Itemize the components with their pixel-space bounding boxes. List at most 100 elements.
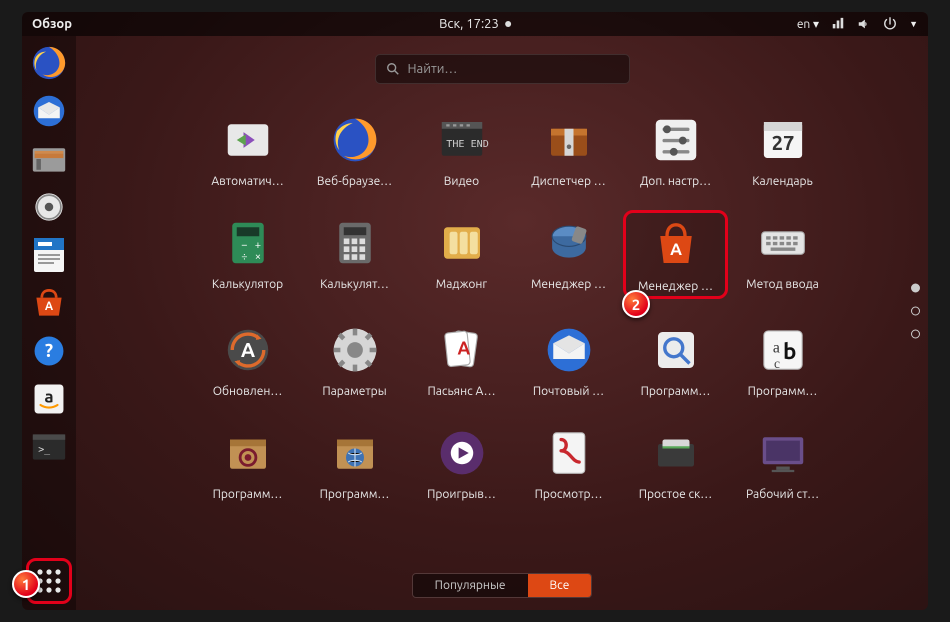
app-label: Менеджер … (638, 280, 713, 293)
launcher-dock: A ? a >_ (22, 36, 76, 610)
dock-firefox[interactable] (26, 40, 72, 86)
app-label: Менеджер … (531, 278, 606, 291)
software-sources-icon (219, 111, 277, 169)
app-font-viewer[interactable]: abc Программ… (730, 317, 835, 402)
clock[interactable]: Вск, 17:23 (439, 17, 511, 31)
app-label: Автоматич… (211, 175, 283, 188)
app-archive-manager[interactable]: Диспетчер … (516, 107, 621, 192)
app-label: Рабочий ст… (746, 488, 819, 501)
app-settings[interactable]: Параметры (302, 317, 407, 402)
app-solitaire[interactable]: A Пасьянс А… (409, 317, 514, 402)
top-bar: Обзор Вск, 17:23 en ▾ ▼ (22, 12, 928, 36)
app-scanner[interactable]: Простое ск… (623, 420, 728, 505)
dock-amazon[interactable]: a (26, 376, 72, 422)
app-label: Калькулятор (212, 278, 283, 291)
scanner-icon (647, 424, 705, 482)
search-input[interactable]: Найти… (375, 54, 630, 84)
dock-help[interactable]: ? (26, 328, 72, 374)
app-magnifier[interactable]: Программ… (623, 317, 728, 402)
application-grid: Автоматич… Веб-браузе… THE END Видео Диспетч… (172, 107, 858, 505)
app-software-updater[interactable]: A Обновлен… (195, 317, 300, 402)
system-chevron-icon[interactable]: ▼ (909, 19, 918, 29)
svg-text:THE END: THE END (446, 139, 489, 150)
volume-icon[interactable] (857, 17, 871, 31)
svg-text:a: a (44, 387, 53, 406)
disk-utility-icon (540, 214, 598, 272)
page-dot-2[interactable] (911, 307, 920, 316)
app-label: Почтовый … (533, 385, 604, 398)
tweaks-icon (647, 111, 705, 169)
package-swirl-icon (219, 424, 277, 482)
keyboard-icon (754, 214, 812, 272)
app-label: Метод ввода (746, 278, 819, 291)
totem-icon: THE END (433, 111, 491, 169)
svg-text:27: 27 (771, 131, 794, 154)
page-dot-3[interactable] (911, 330, 920, 339)
app-calculator-alt[interactable]: Калькулят… (302, 210, 407, 299)
network-icon[interactable] (831, 17, 845, 31)
app-thunderbird[interactable]: Почтовый … (516, 317, 621, 402)
app-label: Программ… (641, 385, 711, 398)
svg-text:A: A (45, 300, 54, 313)
ubuntu-software-icon: A (647, 216, 705, 274)
svg-text:a: a (772, 339, 779, 356)
svg-text:+: + (254, 240, 260, 252)
annotation-badge-1: 1 (12, 570, 40, 598)
package-globe-icon (326, 424, 384, 482)
font-viewer-icon: abc (754, 321, 812, 379)
app-label: Проигрыв… (427, 488, 496, 501)
app-media-player[interactable]: Проигрыв… (409, 420, 514, 505)
app-software-sources[interactable]: Автоматич… (195, 107, 300, 192)
app-label: Обновлен… (213, 385, 283, 398)
activities-button[interactable]: Обзор (32, 17, 72, 31)
power-icon[interactable] (883, 17, 897, 31)
app-package-swirl[interactable]: Программ… (195, 420, 300, 505)
app-totem[interactable]: THE END Видео (409, 107, 514, 192)
app-atril-viewer[interactable]: Просмотр… (516, 420, 621, 505)
search-icon (386, 62, 400, 76)
app-label: Видео (444, 175, 479, 188)
app-label: Доп. настр… (640, 175, 711, 188)
clock-label: Вск, 17:23 (439, 17, 499, 31)
app-label: Программ… (213, 488, 283, 501)
tab-all[interactable]: Все (528, 574, 592, 597)
app-label: Пасьянс А… (427, 385, 495, 398)
dock-thunderbird[interactable] (26, 88, 72, 134)
svg-text:−: − (241, 240, 247, 252)
atril-viewer-icon (540, 424, 598, 482)
tab-frequent[interactable]: Популярные (413, 574, 528, 597)
dock-ubuntu-software[interactable]: A (26, 280, 72, 326)
media-player-icon (433, 424, 491, 482)
desktop-remote-icon (754, 424, 812, 482)
app-ubuntu-software[interactable]: A Менеджер … (623, 210, 728, 299)
app-mahjong[interactable]: Маджонг (409, 210, 514, 299)
svg-text:A: A (457, 339, 470, 359)
calculator-alt-icon (326, 214, 384, 272)
app-label: Программ… (748, 385, 818, 398)
view-tabs: Популярные Все (412, 573, 593, 598)
input-language-indicator[interactable]: en ▾ (797, 17, 819, 31)
app-keyboard[interactable]: Метод ввода (730, 210, 835, 299)
dock-rhythmbox[interactable] (26, 184, 72, 230)
page-dot-1[interactable] (911, 284, 920, 293)
app-label: Просмотр… (535, 488, 603, 501)
dock-files[interactable] (26, 136, 72, 182)
app-tweaks[interactable]: Доп. настр… (623, 107, 728, 192)
app-calendar[interactable]: 27Календарь (730, 107, 835, 192)
app-disk-utility[interactable]: Менеджер … (516, 210, 621, 299)
app-calculator[interactable]: −+÷×Калькулятор (195, 210, 300, 299)
app-package-globe[interactable]: Программ… (302, 420, 407, 505)
app-firefox[interactable]: Веб-браузе… (302, 107, 407, 192)
dock-terminal[interactable]: >_ (26, 424, 72, 470)
svg-text:c: c (774, 356, 780, 371)
dock-writer[interactable] (26, 232, 72, 278)
app-label: Веб-браузе… (317, 175, 392, 188)
firefox-icon (326, 111, 384, 169)
app-label: Диспетчер … (531, 175, 606, 188)
thunderbird-icon (540, 321, 598, 379)
app-label: Программ… (320, 488, 390, 501)
page-indicator[interactable] (911, 284, 920, 339)
software-updater-icon: A (219, 321, 277, 379)
app-desktop-remote[interactable]: Рабочий ст… (730, 420, 835, 505)
svg-text:?: ? (45, 340, 53, 361)
